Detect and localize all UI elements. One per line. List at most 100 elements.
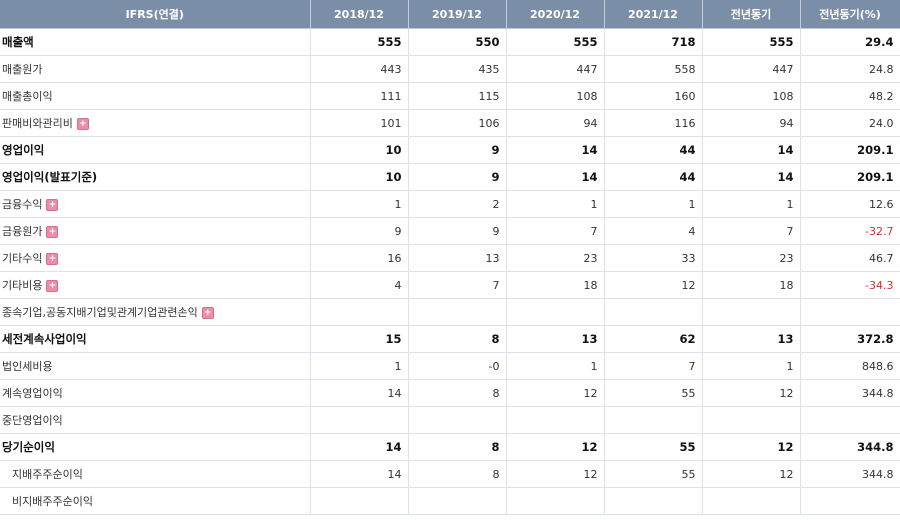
table-row: 판매비와관리비 +101 106 94 116 94 24.0: [0, 109, 900, 137]
row-label-cell: 영업이익: [0, 136, 311, 164]
value-cell: 2: [408, 190, 507, 218]
expand-plus-icon[interactable]: +: [201, 307, 214, 319]
row-label: 법인세비용: [2, 360, 53, 373]
value-cell: 44: [604, 163, 703, 191]
header-period-2018: 2018/12: [310, 0, 409, 29]
header-period-2019: 2019/12: [408, 0, 507, 29]
row-label: 금융원가: [2, 225, 43, 238]
table-row: 지배주주순이익 14 8 12 55 12 344.8: [0, 460, 900, 488]
row-label: 비지배주주순이익: [12, 495, 93, 508]
table-row: 중단영업이익: [0, 406, 900, 434]
row-label: 매출원가: [2, 63, 43, 76]
value-cell: 15: [310, 325, 409, 353]
value-cell: 209.1: [800, 163, 900, 191]
row-label-cell: 매출액: [0, 28, 311, 56]
value-cell: 23: [506, 244, 605, 272]
value-cell: [604, 487, 703, 515]
expand-plus-icon[interactable]: +: [46, 226, 59, 238]
value-cell: 7: [604, 352, 703, 380]
expand-plus-icon[interactable]: +: [76, 118, 89, 130]
value-cell: 18: [506, 271, 605, 299]
row-label: 당기순이익: [2, 440, 55, 454]
value-cell: [408, 487, 507, 515]
row-label-cell: 지배주주순이익: [0, 460, 311, 488]
row-label-cell: 금융수익 +: [0, 190, 311, 218]
header-prev-period-pct: 전년동기(%): [800, 0, 900, 29]
value-cell: 94: [702, 109, 801, 137]
value-cell: [800, 487, 900, 515]
value-cell: 1: [310, 190, 409, 218]
value-cell: 1: [604, 190, 703, 218]
row-label: 지배주주순이익: [12, 468, 83, 481]
value-cell: -32.7: [800, 217, 900, 245]
header-prev-period: 전년동기: [702, 0, 801, 29]
expand-plus-icon[interactable]: +: [46, 253, 59, 265]
value-cell: 12: [506, 433, 605, 461]
value-cell: 9: [408, 217, 507, 245]
value-cell: 344.8: [800, 433, 900, 461]
value-cell: 718: [604, 28, 703, 56]
table-row: 종속기업,공동지배기업및관계기업관련손익 +: [0, 298, 900, 326]
value-cell: 8: [408, 379, 507, 407]
value-cell: 111: [310, 82, 409, 110]
value-cell: 14: [702, 136, 801, 164]
value-cell: 13: [506, 325, 605, 353]
row-label: 계속영업이익: [2, 387, 63, 400]
value-cell: 558: [604, 55, 703, 83]
row-label-cell: 판매비와관리비 +: [0, 109, 311, 137]
value-cell: [604, 298, 703, 326]
row-label-cell: 법인세비용: [0, 352, 311, 380]
value-cell: [408, 406, 507, 434]
row-label-cell: 계속영업이익: [0, 379, 311, 407]
value-cell: [310, 487, 409, 515]
value-cell: 62: [604, 325, 703, 353]
value-cell: 344.8: [800, 460, 900, 488]
row-label: 금융수익: [2, 198, 43, 211]
value-cell: 8: [408, 433, 507, 461]
table-row: 세전계속사업이익 15 8 13 62 13 372.8: [0, 325, 900, 353]
value-cell: 55: [604, 433, 703, 461]
row-label: 영업이익(발표기준): [2, 170, 98, 184]
value-cell: 8: [408, 460, 507, 488]
table-row: 금융원가 +9 9 7 4 7 -32.7: [0, 217, 900, 245]
income-statement-table: IFRS(연결) 2018/12 2019/12 2020/12 2021/12…: [0, 0, 900, 515]
row-label: 판매비와관리비: [2, 117, 73, 130]
expand-plus-icon[interactable]: +: [46, 199, 59, 211]
row-label: 영업이익: [2, 143, 45, 157]
value-cell: 7: [506, 217, 605, 245]
value-cell: 1: [702, 190, 801, 218]
row-label-cell: 기타수익 +: [0, 244, 311, 272]
expand-plus-icon[interactable]: +: [46, 280, 59, 292]
value-cell: 555: [702, 28, 801, 56]
value-cell: 10: [310, 136, 409, 164]
value-cell: 9: [408, 163, 507, 191]
value-cell: 94: [506, 109, 605, 137]
value-cell: [310, 298, 409, 326]
value-cell: 23: [702, 244, 801, 272]
row-label: 세전계속사업이익: [2, 332, 87, 346]
table-row: 매출총이익 111 115 108 160 108 48.2: [0, 82, 900, 110]
value-cell: [506, 406, 605, 434]
row-label-cell: 중단영업이익: [0, 406, 311, 434]
value-cell: [604, 406, 703, 434]
table-row: 기타비용 +4 7 18 12 18 -34.3: [0, 271, 900, 299]
table-row: 영업이익 10 9 14 44 14 209.1: [0, 136, 900, 164]
header-row: IFRS(연결) 2018/12 2019/12 2020/12 2021/12…: [0, 0, 900, 29]
value-cell: [506, 487, 605, 515]
value-cell: 9: [310, 217, 409, 245]
value-cell: [408, 298, 507, 326]
table-row: 기타수익 +16 13 23 33 23 46.7: [0, 244, 900, 272]
value-cell: 14: [506, 136, 605, 164]
value-cell: 1: [506, 352, 605, 380]
row-label-cell: 금융원가 +: [0, 217, 311, 245]
row-label-cell: 세전계속사업이익: [0, 325, 311, 353]
value-cell: 44: [604, 136, 703, 164]
value-cell: 13: [408, 244, 507, 272]
row-label: 기타비용: [2, 279, 43, 292]
value-cell: 12: [506, 379, 605, 407]
value-cell: 108: [506, 82, 605, 110]
value-cell: 14: [310, 460, 409, 488]
value-cell: 12: [702, 433, 801, 461]
value-cell: 12: [506, 460, 605, 488]
row-label-cell: 매출총이익: [0, 82, 311, 110]
